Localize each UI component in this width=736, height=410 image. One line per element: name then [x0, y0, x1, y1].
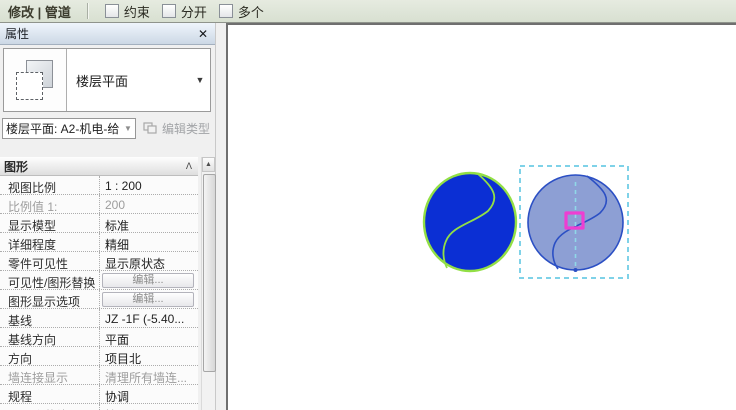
- view-instance-combo[interactable]: 楼层平面: A2-机电-给 ▼: [2, 118, 136, 139]
- row-value[interactable]: 精细: [100, 233, 198, 251]
- row-label: 墙连接显示: [0, 366, 100, 384]
- separator: [86, 3, 89, 19]
- checkbox-constrain[interactable]: 约束: [104, 2, 150, 21]
- table-row: 可见性/图形替换 编辑...: [0, 271, 198, 290]
- edit-type-label: 编辑类型: [162, 122, 211, 136]
- section-graphics[interactable]: 图形 ᐱ: [0, 157, 198, 176]
- row-value[interactable]: JZ -1F (-5.40...: [100, 309, 198, 327]
- checkbox-multiple-label: 多个: [237, 4, 264, 20]
- row-label: 可见性/图形替换: [0, 271, 100, 289]
- row-value[interactable]: 协调: [100, 385, 198, 403]
- row-label: 显示隐藏线: [0, 404, 100, 410]
- table-row: 基线 JZ -1F (-5.40...: [0, 309, 198, 328]
- drawing-canvas[interactable]: [226, 23, 736, 410]
- chevron-down-icon[interactable]: ▼: [121, 124, 135, 133]
- chevron-up-icon[interactable]: ᐱ: [186, 162, 192, 170]
- row-label: 比例值 1:: [0, 195, 100, 213]
- endpoint-dot: [573, 268, 578, 272]
- panel-scrollbar[interactable]: ▲: [201, 157, 216, 410]
- chevron-down-icon[interactable]: ▼: [190, 49, 210, 111]
- edit-type-button[interactable]: 编辑类型: [143, 120, 210, 137]
- mode-label: 修改 | 管道: [8, 4, 71, 20]
- table-row: 显示模型 标准: [0, 214, 198, 233]
- scroll-up-icon[interactable]: ▲: [202, 157, 215, 172]
- row-value[interactable]: 1 : 200: [100, 176, 198, 194]
- floor-plan-icon: [4, 49, 67, 111]
- checkbox-disjoin[interactable]: 分开: [161, 2, 207, 21]
- type-selector-label: 楼层平面: [76, 73, 129, 89]
- panel-title: 属性: [5, 27, 30, 41]
- table-row: 详细程度 精细: [0, 233, 198, 252]
- scrollbar-thumb[interactable]: [203, 174, 216, 372]
- row-label: 基线方向: [0, 328, 100, 346]
- table-row: 规程 协调: [0, 385, 198, 404]
- checkbox-icon[interactable]: [218, 4, 233, 18]
- pipe-section-left[interactable]: [422, 171, 518, 273]
- row-label: 详细程度: [0, 233, 100, 251]
- graphic-display-options-edit-button[interactable]: 编辑...: [102, 291, 194, 307]
- row-label: 零件可见性: [0, 252, 100, 270]
- table-row: 墙连接显示 清理所有墙连...: [0, 366, 198, 385]
- properties-panel: 属性 ✕ 楼层平面 ▼ 楼层平面: A2-机电-给 ▼ 编辑类型 图形 ᐱ 视图…: [0, 23, 216, 410]
- checkbox-multiple[interactable]: 多个: [218, 2, 264, 21]
- row-value[interactable]: 显示原状态: [100, 252, 198, 270]
- table-row: 比例值 1: 200: [0, 195, 198, 214]
- close-icon[interactable]: ✕: [198, 28, 208, 40]
- row-label: 显示模型: [0, 214, 100, 232]
- row-value: 清理所有墙连...: [105, 371, 188, 384]
- section-graphics-label: 图形: [4, 159, 29, 174]
- row-label: 基线: [0, 309, 100, 327]
- table-row: 基线方向 平面: [0, 328, 198, 347]
- pipe-section-right-selected[interactable]: [527, 174, 624, 272]
- property-rows: 视图比例 1 : 200 比例值 1: 200 显示模型 标准 详细程度 精细 …: [0, 176, 198, 410]
- view-instance-value: 楼层平面: A2-机电-给: [6, 122, 120, 136]
- table-row: 显示隐藏线 按规程: [0, 404, 198, 410]
- row-value[interactable]: 平面: [100, 328, 198, 346]
- options-bar: 修改 | 管道 约束 分开 多个: [0, 0, 736, 23]
- table-row: 视图比例 1 : 200: [0, 176, 198, 195]
- row-value[interactable]: 标准: [100, 214, 198, 232]
- checkbox-disjoin-label: 分开: [180, 4, 207, 20]
- row-label: 图形显示选项: [0, 290, 100, 308]
- row-value[interactable]: 项目北: [100, 347, 198, 365]
- type-selector[interactable]: 楼层平面 ▼: [3, 48, 211, 112]
- checkbox-icon[interactable]: [161, 4, 176, 18]
- edit-type-icon: [143, 122, 157, 134]
- checkbox-icon[interactable]: [104, 4, 119, 18]
- table-row: 零件可见性 显示原状态: [0, 252, 198, 271]
- panel-title-bar: 属性 ✕: [0, 23, 215, 45]
- row-value: 200: [105, 198, 126, 212]
- row-label: 方向: [0, 347, 100, 365]
- row-label: 规程: [0, 385, 100, 403]
- checkbox-constrain-label: 约束: [123, 4, 150, 20]
- visibility-graphics-edit-button[interactable]: 编辑...: [102, 272, 194, 288]
- row-value[interactable]: 按规程: [100, 404, 198, 410]
- row-label: 视图比例: [0, 176, 100, 194]
- table-row: 图形显示选项 编辑...: [0, 290, 198, 309]
- table-row: 方向 项目北: [0, 347, 198, 366]
